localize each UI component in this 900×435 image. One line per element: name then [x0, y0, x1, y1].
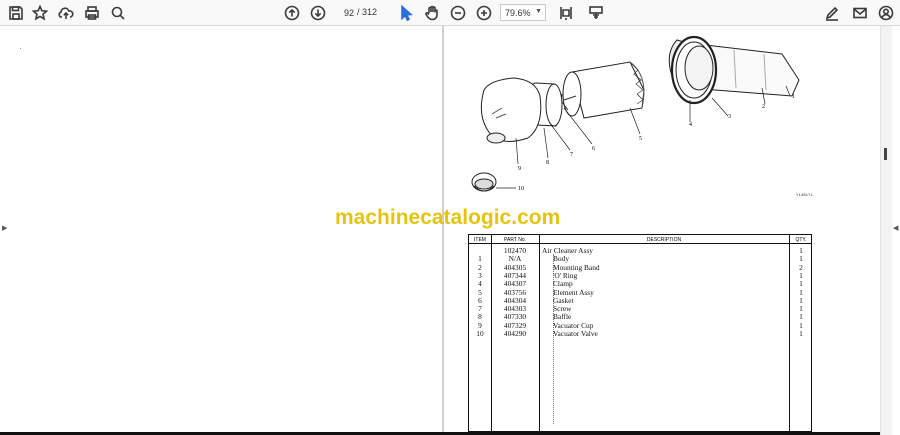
account-icon[interactable]	[876, 3, 896, 23]
pdf-page-right: 1 2 3 4 5 6 7 8 9 10 Y146171 ITEM PART N…	[444, 26, 880, 435]
fit-page-icon[interactable]	[556, 3, 576, 23]
callout-3: 3	[728, 114, 731, 120]
quantity-cell: 1	[799, 329, 803, 338]
description-cell: Vacuator Valve	[553, 329, 598, 338]
sign-icon[interactable]	[822, 3, 842, 23]
star-icon[interactable]	[30, 3, 50, 23]
vertical-scrollbar[interactable]	[880, 26, 892, 435]
chevron-down-icon: ▼	[535, 8, 542, 15]
callout-10: 10	[518, 186, 524, 192]
left-panel-toggle[interactable]: ▶	[0, 26, 8, 435]
scrollbar-thumb[interactable]	[884, 148, 887, 160]
callout-2: 2	[762, 104, 765, 110]
table-row: 6 404304 Gasket 1	[469, 296, 811, 305]
table-row: 2 404305 Mounting Band 2	[469, 263, 811, 272]
arrow-down-circle-icon[interactable]	[308, 3, 328, 23]
table-row: 4 404307 Clamp 1	[469, 279, 811, 288]
chevron-right-icon: ▶	[2, 225, 8, 232]
table-row: 102470 Air Cleaner Assy 1	[469, 246, 811, 255]
watermark-text: machinecatalogic.com	[335, 206, 561, 229]
header-item: ITEM	[474, 237, 486, 243]
parts-table: ITEM PART No. DESCRIPTION QTY. 102470 Air…	[468, 234, 812, 433]
right-panel-toggle[interactable]: ◀	[892, 26, 900, 435]
header-description: DESCRIPTION	[646, 237, 682, 243]
page-number-input[interactable]	[332, 5, 354, 21]
hand-icon[interactable]	[422, 3, 442, 23]
email-icon[interactable]	[850, 3, 870, 23]
exploded-diagram	[471, 35, 800, 192]
zoom-value: 79.6%	[505, 8, 531, 18]
part-number-cell: 404290	[503, 329, 527, 338]
cursor-arrow-icon[interactable]	[396, 3, 416, 23]
callout-7: 7	[570, 152, 573, 158]
table-row: 9 407329 Vacuator Cup 1	[469, 321, 811, 330]
table-row: 10 404290 Vacuator Valve 1	[469, 329, 811, 338]
print-icon[interactable]	[82, 3, 102, 23]
table-header: ITEM PART No. DESCRIPTION QTY.	[469, 235, 811, 244]
zoom-in-icon[interactable]	[474, 3, 494, 23]
table-row: 7 404303 Screw 1	[469, 304, 811, 313]
search-icon[interactable]	[108, 3, 128, 23]
callout-4: 4	[689, 122, 692, 128]
table-row: 1 N/A Body 1	[469, 254, 811, 263]
callout-9: 9	[518, 166, 521, 172]
chevron-left-icon: ◀	[893, 225, 899, 232]
scan-speck	[20, 48, 21, 49]
cloud-upload-icon[interactable]	[56, 3, 76, 23]
table-row: 8 407330 Baffle 1	[469, 312, 811, 321]
callout-5: 5	[639, 136, 642, 142]
zoom-out-icon[interactable]	[448, 3, 468, 23]
table-row: 5 403756 Element Assy 1	[469, 288, 811, 297]
callout-8: 8	[546, 160, 549, 166]
item-cell: 10	[476, 329, 484, 338]
pdf-page-left	[8, 26, 442, 435]
document-viewer[interactable]: ▶ 1 2 3 4 5 6 7 8 9 10 Y146171 ITEM PART…	[0, 26, 900, 435]
zoom-select[interactable]: 79.6% ▼	[500, 4, 546, 21]
arrow-up-circle-icon[interactable]	[282, 3, 302, 23]
callout-1: 1	[792, 94, 795, 100]
pdf-toolbar: / 312 79.6% ▼	[0, 0, 900, 26]
save-icon[interactable]	[6, 3, 26, 23]
header-qty: QTY.	[795, 237, 807, 243]
figure-ref-code: Y146171	[796, 194, 813, 198]
table-row: 3 407344 'O' Ring 1	[469, 271, 811, 280]
callout-6: 6	[592, 146, 595, 152]
page-total-label: / 312	[357, 7, 378, 17]
annotate-icon[interactable]	[586, 3, 606, 23]
header-part-no: PART No.	[504, 237, 526, 243]
